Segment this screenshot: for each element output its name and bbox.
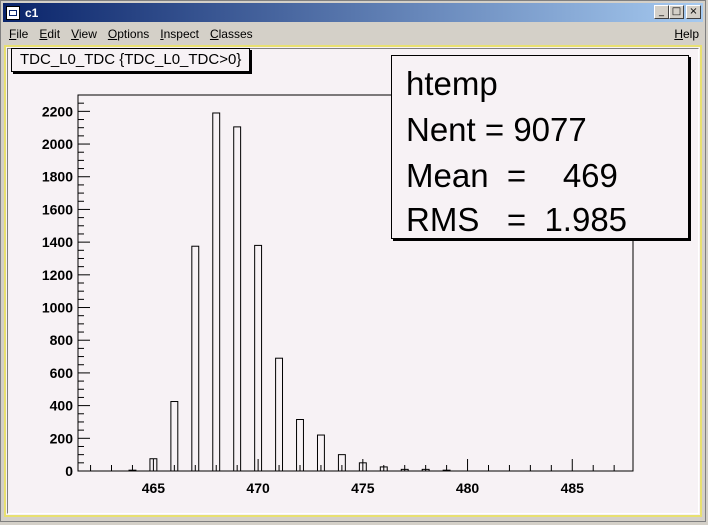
histogram-bin	[233, 126, 242, 472]
histogram-bin	[275, 357, 284, 472]
y-tick-label: 800	[50, 332, 74, 348]
stats-mean: Mean = 469	[406, 157, 618, 194]
histogram-bin	[212, 112, 221, 472]
x-tick-label: 470	[246, 480, 270, 496]
histogram-bin	[296, 419, 304, 472]
y-tick-label: 1200	[42, 267, 73, 283]
stats-name: htemp	[406, 65, 498, 102]
stats-entries: Nent = 9077	[406, 111, 587, 148]
stats-rms: RMS = 1.985	[406, 201, 628, 238]
y-tick-label: 1600	[42, 201, 73, 217]
y-tick-label: 600	[50, 365, 74, 381]
y-tick-label: 2000	[42, 136, 73, 152]
y-tick-label: 1400	[42, 234, 73, 250]
y-tick-label: 1000	[42, 300, 73, 316]
root-window: c1 _ □ × File Edit View Options Inspect …	[0, 0, 706, 522]
histogram-bin	[254, 244, 263, 472]
y-tick-label: 2200	[42, 103, 73, 119]
histogram-title-box[interactable]: TDC_L0_TDC {TDC_L0_TDC>0}	[11, 48, 251, 72]
histogram-bin	[170, 401, 179, 472]
x-tick-label: 485	[561, 480, 585, 496]
x-tick-label: 480	[456, 480, 480, 496]
y-tick-label: 1800	[42, 169, 73, 185]
y-tick-label: 200	[50, 430, 74, 446]
y-tick-label: 400	[50, 398, 74, 414]
histogram-bin	[191, 245, 200, 472]
histogram-title: TDC_L0_TDC {TDC_L0_TDC>0}	[20, 51, 242, 68]
y-tick-label: 0	[65, 463, 73, 479]
x-tick-label: 475	[351, 480, 375, 496]
stats-box[interactable]: htemp Nent = 9077 Mean = 469 RMS = 1.985	[391, 55, 689, 239]
x-tick-label: 465	[142, 480, 166, 496]
